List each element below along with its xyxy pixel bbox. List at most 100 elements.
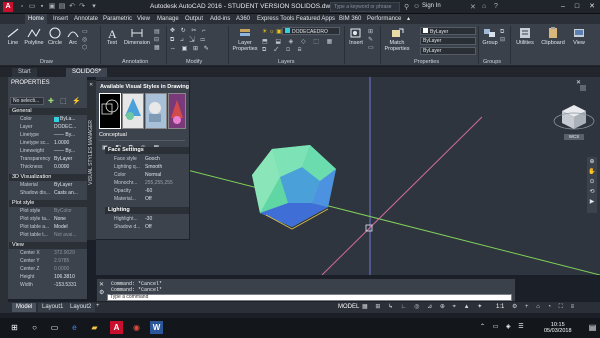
style-thumb-conceptual[interactable] (122, 93, 144, 129)
viewport-close-icon[interactable]: ✕ (576, 79, 581, 86)
line-button[interactable]: Line (4, 27, 22, 46)
tab-view[interactable]: View (134, 14, 153, 24)
color-dropdown[interactable]: ByLayer (420, 27, 476, 35)
tab-parametric[interactable]: Parametric (100, 14, 135, 24)
minimize-button[interactable]: – (556, 1, 570, 12)
tab-insert[interactable]: Insert (50, 14, 71, 24)
prop-row[interactable]: Thickness 0.0000 (18, 164, 88, 171)
save-icon[interactable]: ▪ (38, 3, 46, 11)
tab-add-ins[interactable]: Add-ins (207, 14, 233, 24)
vs-row[interactable]: Highlight... -30 (108, 216, 188, 223)
notifications-icon[interactable]: ▤ (586, 321, 599, 334)
prop-row[interactable]: Linetype —— By... (18, 132, 88, 139)
save-as-icon[interactable]: ▣ (48, 3, 56, 11)
dropdown-icon[interactable]: ▾ (90, 3, 98, 11)
tab-home[interactable]: Home (25, 14, 48, 24)
tab-layout2[interactable]: Layout2 (66, 303, 96, 312)
sign-in-link[interactable]: Sign In (422, 3, 441, 9)
drafting-toggles[interactable]: ▦ ⊞ ↳ ∟ ◎ ⊿ ⊕ ⌖ ▲ ✦ (362, 303, 482, 311)
user-icon[interactable]: ☺ (413, 3, 420, 10)
vs-row[interactable]: Opacity -60 (108, 188, 188, 195)
arc-button[interactable]: Arc (66, 27, 80, 46)
section-face-settings[interactable]: Face Settings (105, 147, 189, 154)
cart-icon[interactable]: ⌂ (482, 3, 486, 10)
lineweight-dropdown[interactable]: ByLayer (420, 37, 476, 45)
prop-row[interactable]: Plot table a... Model (18, 224, 88, 231)
command-input[interactable]: Type a command (107, 294, 512, 301)
section-3d-visualization[interactable]: 3D Visualization (9, 174, 87, 181)
dimension-button[interactable]: Dimension (122, 27, 152, 46)
group-button[interactable]: Group (481, 27, 499, 46)
style-thumb-hidden[interactable] (145, 93, 167, 129)
modify-tools[interactable]: ✥ ↻ ✂ ⌐ ⧉ ⊿ ⇲ ▭ ⇔ ▣ ⊞ ✎ (170, 27, 226, 55)
vsm-close-icon[interactable]: ✕ (89, 82, 93, 88)
prop-row[interactable]: Shadow dis... Casts an... (18, 190, 88, 197)
prop-row[interactable]: Lineweight —— By... (18, 148, 88, 155)
tab-a360[interactable]: A360 (233, 14, 253, 24)
vs-row[interactable]: Shadow d... Off (108, 224, 188, 231)
undo-icon[interactable]: ↶ (68, 3, 76, 11)
autocad-logo[interactable]: A (3, 2, 13, 12)
tab-annotate[interactable]: Annotate (71, 14, 101, 24)
match-properties-button[interactable]: Match Properties (384, 27, 410, 52)
section-view[interactable]: View (9, 242, 87, 249)
prop-row[interactable]: Center X 372.9029 (18, 250, 88, 257)
prop-row[interactable]: Height 106.3810 (18, 274, 88, 281)
linetype-dropdown[interactable]: ByLayer (420, 47, 476, 55)
tab-bim-360[interactable]: BIM 360 (336, 14, 364, 24)
tab-output[interactable]: Output (182, 14, 206, 24)
chrome-icon[interactable]: ◉ (130, 321, 143, 334)
prop-row[interactable]: Plot style ByColor (18, 208, 88, 215)
taskbar-clock[interactable]: 10:15 05/03/2018 (544, 322, 572, 334)
section-plot-style[interactable]: Plot style (9, 200, 87, 207)
style-thumb-realistic[interactable] (168, 93, 186, 129)
vs-row[interactable]: Material... Off (108, 196, 188, 203)
layer-extra-tools[interactable]: ⬒ ⬓ ◈ ◇ ⬚ ▦ ⧉ ✓ ⊡ ⊟ (262, 38, 342, 54)
vs-row[interactable]: Monochr... 255,255,255 (108, 180, 188, 187)
tab-model[interactable]: Model (12, 303, 37, 312)
prop-row[interactable]: Plot table t... Not avai... (18, 232, 88, 239)
start-icon[interactable]: ⊞ (8, 321, 21, 334)
prop-row[interactable]: Width -153.5331 (18, 282, 88, 289)
view-button[interactable]: View (570, 27, 588, 46)
search-input[interactable]: Type a keyword or phrase (330, 2, 400, 12)
prop-row[interactable]: Center Z 0.0000 (18, 266, 88, 273)
circle-button[interactable]: Circle (46, 27, 64, 46)
doc-tab-start[interactable]: Start (12, 68, 37, 77)
tab-express-tools[interactable]: Express Tools (254, 14, 297, 24)
section-lighting[interactable]: Lighting (105, 207, 189, 214)
prop-row[interactable]: Linetype sc... 1.0000 (18, 140, 88, 147)
section-general[interactable]: General (9, 108, 87, 115)
close-button[interactable]: ✕ (585, 1, 599, 12)
open-file-icon[interactable]: ▭ (28, 3, 36, 11)
new-tab-icon[interactable]: + (98, 68, 102, 74)
file-explorer-icon[interactable]: ▰ (88, 321, 101, 334)
task-view-icon[interactable]: ▭ (48, 321, 61, 334)
system-tray-icons[interactable]: ⌃ ▭ ◈ ☰ (480, 323, 527, 330)
help-icon[interactable]: ? (494, 3, 498, 10)
prop-row[interactable]: Center Y 2.9785 (18, 258, 88, 265)
word-icon[interactable]: W (150, 321, 163, 334)
prop-row[interactable]: Color ByLa... (18, 116, 88, 123)
model-space-button[interactable]: MODEL (338, 304, 359, 310)
binoculars-icon[interactable]: ⚲ (404, 3, 409, 11)
insert-button[interactable]: Insert (348, 27, 364, 46)
clipboard-button[interactable]: Clipboard (539, 27, 567, 46)
style-thumb-2d-wireframe[interactable] (99, 93, 121, 129)
polyline-button[interactable]: Polyline (22, 27, 46, 46)
properties-side-strip[interactable] (0, 77, 8, 307)
edge-icon[interactable]: e (68, 321, 81, 334)
vsm-side-strip[interactable]: VISUAL STYLES MANAGER (87, 80, 96, 240)
toggle-pickadd-icon[interactable]: ✚ (48, 97, 54, 105)
new-file-icon[interactable]: ▫ (18, 3, 26, 11)
tab-performance[interactable]: Performance (364, 14, 404, 24)
vs-row[interactable]: Lighting q... Smooth (108, 164, 188, 171)
vs-row[interactable]: Face style Gooch (108, 156, 188, 163)
command-settings-icon[interactable]: ⚙ (99, 289, 104, 296)
group-tools[interactable]: ⧉ ⊟ (500, 28, 505, 44)
tab-featured-apps[interactable]: Featured Apps (293, 14, 338, 24)
tab-layout1[interactable]: Layout1 (38, 303, 68, 312)
search-icon[interactable]: ○ (28, 321, 41, 334)
prop-row[interactable]: Transparency ByLayer (18, 156, 88, 163)
status-tray-icons[interactable]: ⚙ + ⌂ ◔ ⛶ ≡ (512, 303, 598, 311)
